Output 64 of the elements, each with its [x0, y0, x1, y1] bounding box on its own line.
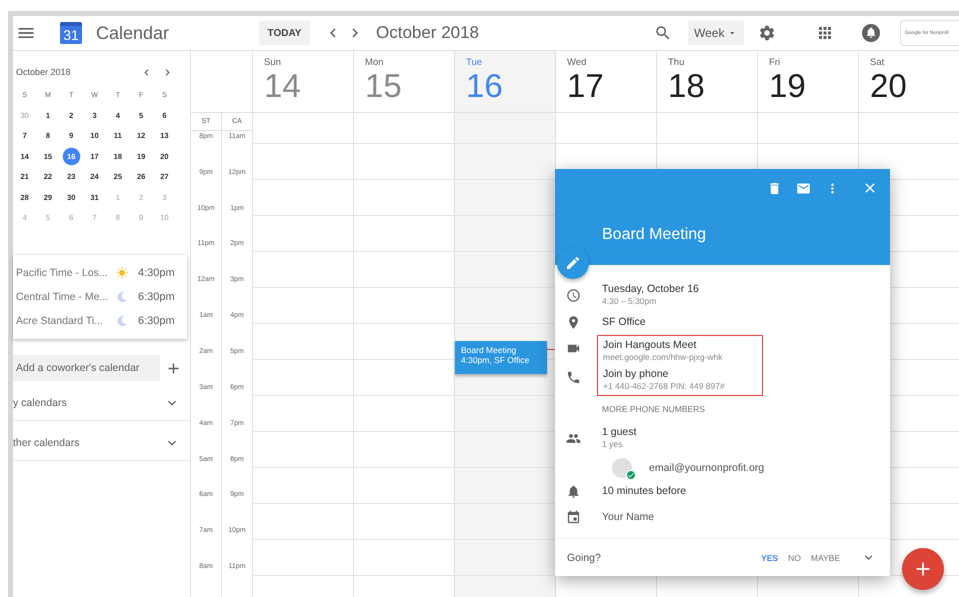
edit-button[interactable]: [557, 247, 589, 279]
bell-icon[interactable]: [862, 24, 880, 42]
coworker-search-field[interactable]: Add a coworker's calendar: [13, 355, 160, 381]
period-title: October 2018: [376, 23, 480, 43]
event-time: 4:30pm, SF Office: [461, 355, 530, 365]
guest-count: 1 guest: [602, 426, 636, 439]
event-title: Board Meeting: [461, 345, 518, 355]
day-number: 16: [466, 68, 503, 104]
local-time: 6:30pm: [138, 315, 175, 327]
event-date: Tuesday, October 16: [602, 283, 699, 296]
time-zone-name: Pacific Time - Los...: [16, 267, 109, 279]
weekday-label: Sun: [264, 57, 281, 68]
pencil-icon: [565, 255, 581, 271]
time-zone-name: Acre Standard Ti...: [16, 315, 104, 327]
organizer-name: Your Name: [602, 511, 654, 524]
day-number: 14: [264, 68, 301, 104]
view-select[interactable]: Week: [688, 21, 744, 45]
calendar-icon: [566, 510, 580, 525]
rsvp-option[interactable]: YES: [756, 552, 784, 562]
calendar-section[interactable]: y calendars: [13, 385, 190, 421]
time-zone-name: Central Time - Me...: [16, 291, 110, 303]
rsvp-option[interactable]: NO: [783, 552, 806, 562]
more-phone-numbers-link[interactable]: MORE PHONE NUMBERS: [602, 404, 890, 414]
weekday-label: Tue: [466, 57, 482, 68]
month-title: October 2018: [16, 67, 72, 77]
clock-icon: [566, 288, 580, 302]
sun-icon: [116, 267, 128, 279]
moon-icon: [117, 316, 127, 326]
meet-title: Join Hangouts Meet: [603, 339, 698, 352]
local-time: 6:30pm: [138, 291, 175, 303]
app-logo: 31: [60, 22, 82, 44]
day-number: 15: [365, 68, 402, 104]
phone-number: +1 440-462-2768 PIN: 449 897#: [603, 381, 726, 392]
guest-summary: 1 yes: [602, 439, 624, 450]
rsvp-option[interactable]: MAYBE: [806, 552, 845, 562]
weekday-label: Fri: [769, 57, 780, 68]
day-number: 17: [567, 68, 604, 104]
guest-email: email@yournonprofit.org: [649, 462, 764, 474]
weekday-label: Wed: [567, 57, 586, 68]
reminder-text: 10 minutes before: [602, 485, 686, 498]
event-location: SF Office: [602, 316, 646, 329]
phone-icon: [566, 370, 580, 385]
weekday-label: Sat: [870, 57, 884, 68]
phone-title: Join by phone: [603, 368, 670, 381]
current-time-line: [547, 349, 555, 350]
event-time: 4:30 – 5:30pm: [602, 296, 658, 307]
day-number: 19: [769, 68, 806, 104]
rsvp-label: Going?: [567, 552, 602, 564]
weekday-label: Thu: [668, 57, 684, 68]
today-button[interactable]: TODAY: [259, 21, 310, 45]
weekday-label: Mon: [365, 57, 384, 68]
bell-icon: [566, 484, 580, 499]
check-icon: [626, 470, 636, 480]
day-number: 20: [870, 68, 907, 104]
app-title: Calendar: [96, 22, 170, 44]
event-title: Board Meeting: [602, 226, 708, 244]
calendar-section[interactable]: ther calendars: [13, 425, 190, 461]
local-time: 4:30pm: [138, 267, 175, 279]
moon-icon: [117, 292, 127, 302]
search-icon[interactable]: [654, 24, 672, 42]
delete-icon[interactable]: [767, 180, 782, 196]
settings-icon[interactable]: [758, 24, 776, 42]
apps-icon[interactable]: [816, 24, 834, 42]
day-number: 18: [668, 68, 705, 104]
